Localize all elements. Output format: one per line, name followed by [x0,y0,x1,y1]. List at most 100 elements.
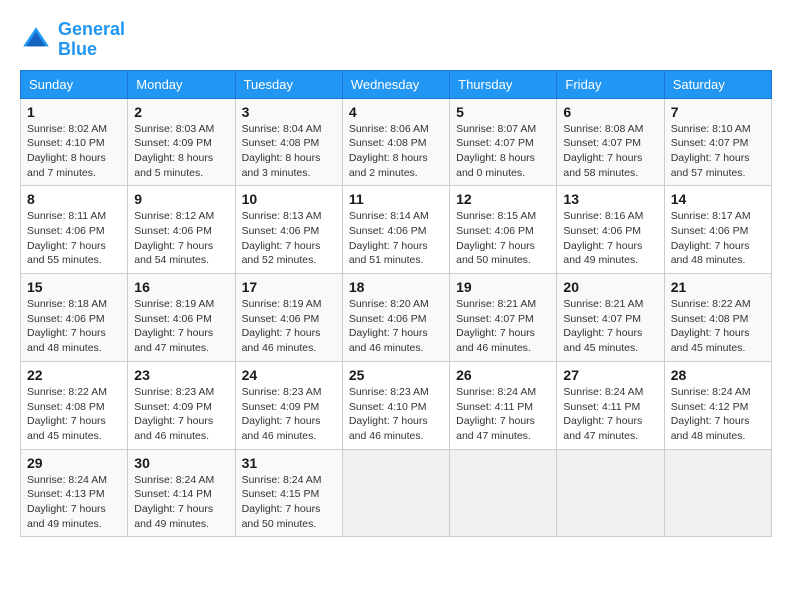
day-number: 3 [242,104,336,120]
calendar-cell: 5 Sunrise: 8:07 AMSunset: 4:07 PMDaylight… [450,98,557,186]
calendar-table: SundayMondayTuesdayWednesdayThursdayFrid… [20,70,772,538]
day-number: 19 [456,279,550,295]
day-header-tuesday: Tuesday [235,70,342,98]
day-number: 21 [671,279,765,295]
day-info: Sunrise: 8:12 AMSunset: 4:06 PMDaylight:… [134,209,228,268]
calendar-cell: 16 Sunrise: 8:19 AMSunset: 4:06 PMDayligh… [128,274,235,362]
calendar-cell [342,449,449,537]
day-info: Sunrise: 8:24 AMSunset: 4:11 PMDaylight:… [563,385,657,444]
calendar-cell [557,449,664,537]
day-number: 1 [27,104,121,120]
day-number: 16 [134,279,228,295]
day-number: 28 [671,367,765,383]
day-info: Sunrise: 8:24 AMSunset: 4:11 PMDaylight:… [456,385,550,444]
day-header-friday: Friday [557,70,664,98]
day-info: Sunrise: 8:24 AMSunset: 4:15 PMDaylight:… [242,473,336,532]
calendar-cell: 28 Sunrise: 8:24 AMSunset: 4:12 PMDayligh… [664,361,771,449]
calendar-cell: 13 Sunrise: 8:16 AMSunset: 4:06 PMDayligh… [557,186,664,274]
calendar-cell: 4Sunrise: 8:06 AMSunset: 4:08 PMDaylight… [342,98,449,186]
day-number: 31 [242,455,336,471]
day-number: 2 [134,104,228,120]
calendar-cell [664,449,771,537]
day-number: 12 [456,191,550,207]
calendar-cell: 29 Sunrise: 8:24 AMSunset: 4:13 PMDayligh… [21,449,128,537]
logo: General Blue [20,20,125,60]
day-info: Sunrise: 8:19 AMSunset: 4:06 PMDaylight:… [134,297,228,356]
day-info: Sunrise: 8:11 AMSunset: 4:06 PMDaylight:… [27,209,121,268]
day-number: 26 [456,367,550,383]
day-info: Sunrise: 8:03 AMSunset: 4:09 PMDaylight:… [134,122,228,181]
day-number: 18 [349,279,443,295]
day-info: Sunrise: 8:17 AMSunset: 4:06 PMDaylight:… [671,209,765,268]
calendar-cell: 20 Sunrise: 8:21 AMSunset: 4:07 PMDayligh… [557,274,664,362]
day-info: Sunrise: 8:24 AMSunset: 4:12 PMDaylight:… [671,385,765,444]
day-info: Sunrise: 8:06 AMSunset: 4:08 PMDaylight:… [349,122,443,181]
day-info: Sunrise: 8:24 AMSunset: 4:13 PMDaylight:… [27,473,121,532]
day-number: 7 [671,104,765,120]
calendar-week-5: 29 Sunrise: 8:24 AMSunset: 4:13 PMDayligh… [21,449,772,537]
day-info: Sunrise: 8:08 AMSunset: 4:07 PMDaylight:… [563,122,657,181]
calendar-week-4: 22 Sunrise: 8:22 AMSunset: 4:08 PMDayligh… [21,361,772,449]
day-number: 30 [134,455,228,471]
day-info: Sunrise: 8:20 AMSunset: 4:06 PMDaylight:… [349,297,443,356]
calendar-cell: 11Sunrise: 8:14 AMSunset: 4:06 PMDayligh… [342,186,449,274]
calendar-cell: 25 Sunrise: 8:23 AMSunset: 4:10 PMDayligh… [342,361,449,449]
day-number: 5 [456,104,550,120]
calendar-body: 1 Sunrise: 8:02 AMSunset: 4:10 PMDaylight… [21,98,772,537]
day-number: 17 [242,279,336,295]
day-header-thursday: Thursday [450,70,557,98]
day-number: 6 [563,104,657,120]
day-info: Sunrise: 8:18 AMSunset: 4:06 PMDaylight:… [27,297,121,356]
page-header: General Blue [20,20,772,60]
calendar-cell: 22 Sunrise: 8:22 AMSunset: 4:08 PMDayligh… [21,361,128,449]
day-number: 27 [563,367,657,383]
day-header-monday: Monday [128,70,235,98]
day-number: 23 [134,367,228,383]
calendar-header-row: SundayMondayTuesdayWednesdayThursdayFrid… [21,70,772,98]
day-info: Sunrise: 8:02 AMSunset: 4:10 PMDaylight:… [27,122,121,181]
day-header-saturday: Saturday [664,70,771,98]
calendar-cell: 6 Sunrise: 8:08 AMSunset: 4:07 PMDaylight… [557,98,664,186]
logo-icon [20,24,52,56]
day-number: 25 [349,367,443,383]
day-number: 13 [563,191,657,207]
calendar-week-2: 8Sunrise: 8:11 AMSunset: 4:06 PMDaylight… [21,186,772,274]
calendar-cell: 2 Sunrise: 8:03 AMSunset: 4:09 PMDaylight… [128,98,235,186]
day-info: Sunrise: 8:13 AMSunset: 4:06 PMDaylight:… [242,209,336,268]
day-info: Sunrise: 8:10 AMSunset: 4:07 PMDaylight:… [671,122,765,181]
day-number: 15 [27,279,121,295]
calendar-cell: 23Sunrise: 8:23 AMSunset: 4:09 PMDayligh… [128,361,235,449]
calendar-cell [450,449,557,537]
day-info: Sunrise: 8:15 AMSunset: 4:06 PMDaylight:… [456,209,550,268]
day-info: Sunrise: 8:21 AMSunset: 4:07 PMDaylight:… [563,297,657,356]
calendar-week-1: 1 Sunrise: 8:02 AMSunset: 4:10 PMDaylight… [21,98,772,186]
calendar-cell: 27 Sunrise: 8:24 AMSunset: 4:11 PMDayligh… [557,361,664,449]
calendar-cell: 30 Sunrise: 8:24 AMSunset: 4:14 PMDayligh… [128,449,235,537]
day-info: Sunrise: 8:24 AMSunset: 4:14 PMDaylight:… [134,473,228,532]
logo-text: General Blue [58,20,125,60]
day-number: 20 [563,279,657,295]
day-info: Sunrise: 8:22 AMSunset: 4:08 PMDaylight:… [27,385,121,444]
day-number: 22 [27,367,121,383]
calendar-cell: 7 Sunrise: 8:10 AMSunset: 4:07 PMDaylight… [664,98,771,186]
day-header-sunday: Sunday [21,70,128,98]
day-number: 29 [27,455,121,471]
calendar-cell: 12 Sunrise: 8:15 AMSunset: 4:06 PMDayligh… [450,186,557,274]
calendar-cell: 8Sunrise: 8:11 AMSunset: 4:06 PMDaylight… [21,186,128,274]
calendar-cell: 14 Sunrise: 8:17 AMSunset: 4:06 PMDayligh… [664,186,771,274]
day-info: Sunrise: 8:23 AMSunset: 4:09 PMDaylight:… [242,385,336,444]
day-info: Sunrise: 8:16 AMSunset: 4:06 PMDaylight:… [563,209,657,268]
day-info: Sunrise: 8:04 AMSunset: 4:08 PMDaylight:… [242,122,336,181]
day-info: Sunrise: 8:23 AMSunset: 4:10 PMDaylight:… [349,385,443,444]
day-number: 14 [671,191,765,207]
day-info: Sunrise: 8:07 AMSunset: 4:07 PMDaylight:… [456,122,550,181]
day-info: Sunrise: 8:22 AMSunset: 4:08 PMDaylight:… [671,297,765,356]
day-header-wednesday: Wednesday [342,70,449,98]
day-number: 9 [134,191,228,207]
day-number: 24 [242,367,336,383]
day-info: Sunrise: 8:19 AMSunset: 4:06 PMDaylight:… [242,297,336,356]
calendar-cell: 24 Sunrise: 8:23 AMSunset: 4:09 PMDayligh… [235,361,342,449]
calendar-cell: 9 Sunrise: 8:12 AMSunset: 4:06 PMDaylight… [128,186,235,274]
day-info: Sunrise: 8:14 AMSunset: 4:06 PMDaylight:… [349,209,443,268]
calendar-week-3: 15 Sunrise: 8:18 AMSunset: 4:06 PMDayligh… [21,274,772,362]
